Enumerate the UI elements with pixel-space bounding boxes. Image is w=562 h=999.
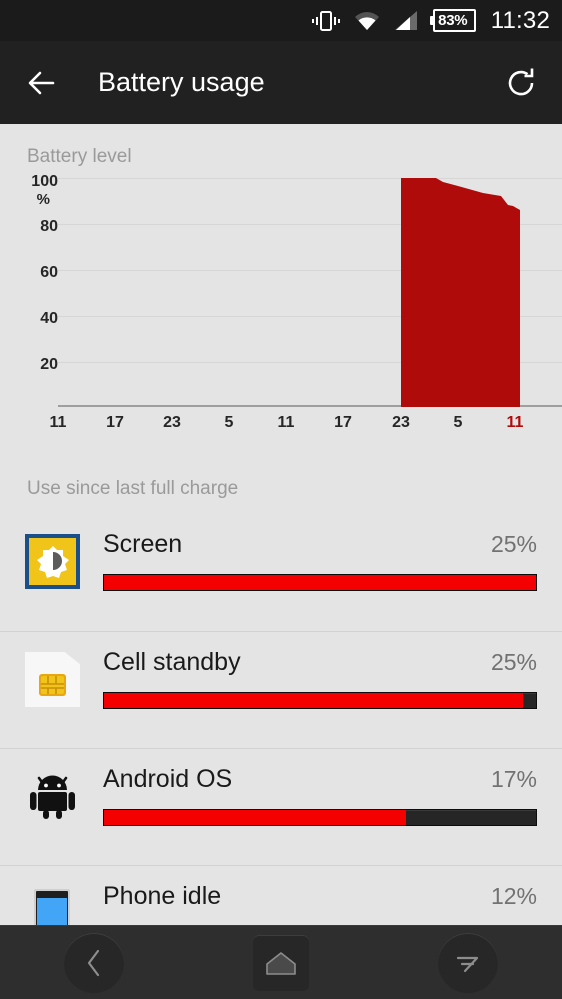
x-tick-6: 23 <box>392 414 410 431</box>
nav-home-button[interactable] <box>248 930 314 996</box>
x-tick-2: 23 <box>163 414 181 431</box>
chart-x-axis: 11 17 23 5 11 17 23 5 11 <box>50 414 562 444</box>
x-tick-4: 11 <box>277 414 295 431</box>
list-item-percent: 12% <box>490 883 537 909</box>
recents-icon[interactable] <box>438 932 499 993</box>
battery-level-heading: Battery level <box>27 146 132 167</box>
usage-bar-track <box>103 692 537 709</box>
list-item[interactable]: Android OS 17% <box>0 748 562 865</box>
battery-icon: 83% <box>429 9 476 32</box>
list-item[interactable]: Cell standby 25% <box>0 631 562 748</box>
back-arrow-icon[interactable] <box>22 62 64 104</box>
wifi-icon <box>352 9 382 33</box>
list-item-label: Screen <box>103 530 183 558</box>
battery-level-chart: 100 % 80 60 40 20 11 17 23 5 11 17 23 5 … <box>0 174 562 474</box>
chart-plot-area <box>58 174 562 406</box>
sim-card-icon <box>25 652 80 707</box>
y-tick-20: 20 <box>40 356 58 373</box>
usage-bar-fill <box>104 693 524 708</box>
system-navigation-bar <box>0 925 562 999</box>
x-tick-5: 17 <box>334 414 352 431</box>
list-item-label: Android OS <box>103 765 233 793</box>
cell-signal-icon <box>393 9 419 33</box>
back-icon[interactable] <box>63 932 124 993</box>
chart-baseline-active <box>401 405 520 407</box>
list-item-body: Screen 25% <box>103 530 537 591</box>
list-item-label: Cell standby <box>103 648 241 676</box>
x-tick-8-now: 11 <box>506 414 524 431</box>
list-item-body: Android OS 17% <box>103 765 537 826</box>
y-axis-unit-label: % <box>36 191 50 208</box>
page-title: Battery usage <box>98 67 265 97</box>
list-item-label: Phone idle <box>103 882 222 910</box>
x-tick-0: 11 <box>49 414 67 431</box>
list-item-body: Cell standby 25% <box>103 648 537 709</box>
chart-baseline <box>58 405 562 407</box>
usage-bar-fill <box>104 810 407 825</box>
usage-heading: Use since last full charge <box>27 478 239 499</box>
android-robot-icon <box>25 769 80 824</box>
y-tick-40: 40 <box>40 310 58 327</box>
x-tick-1: 17 <box>106 414 124 431</box>
battery-level-area <box>401 178 520 405</box>
app-bar: Battery usage <box>0 41 562 124</box>
y-tick-80: 80 <box>40 218 58 235</box>
main-content: Battery level 100 % 80 60 40 20 11 17 23… <box>0 124 562 999</box>
clock-label: 11:32 <box>490 6 550 34</box>
usage-bar-track <box>103 809 537 826</box>
list-item-percent: 25% <box>490 649 537 675</box>
battery-percent-label: 83% <box>438 12 468 29</box>
screen-brightness-icon <box>25 534 80 589</box>
y-tick-60: 60 <box>40 264 58 281</box>
nav-recents-button[interactable] <box>435 930 501 996</box>
list-item-percent: 17% <box>490 766 537 792</box>
status-bar[interactable]: 83% 11:32 <box>0 0 562 41</box>
vibrate-icon <box>311 9 341 33</box>
x-tick-3: 5 <box>224 414 234 431</box>
nav-back-button[interactable] <box>61 930 127 996</box>
usage-bar-track <box>103 574 537 591</box>
list-item-percent: 25% <box>490 531 537 557</box>
y-tick-100: 100 <box>31 173 58 190</box>
chart-y-axis: 100 % 80 60 40 20 <box>0 174 58 419</box>
usage-bar-fill <box>104 575 536 590</box>
refresh-icon[interactable] <box>502 64 540 102</box>
x-tick-7: 5 <box>453 414 463 431</box>
list-item[interactable]: Screen 25% <box>0 514 562 631</box>
home-icon[interactable] <box>252 934 309 991</box>
usage-list: Screen 25% Cell standby 25% Android OS 1… <box>0 514 562 982</box>
